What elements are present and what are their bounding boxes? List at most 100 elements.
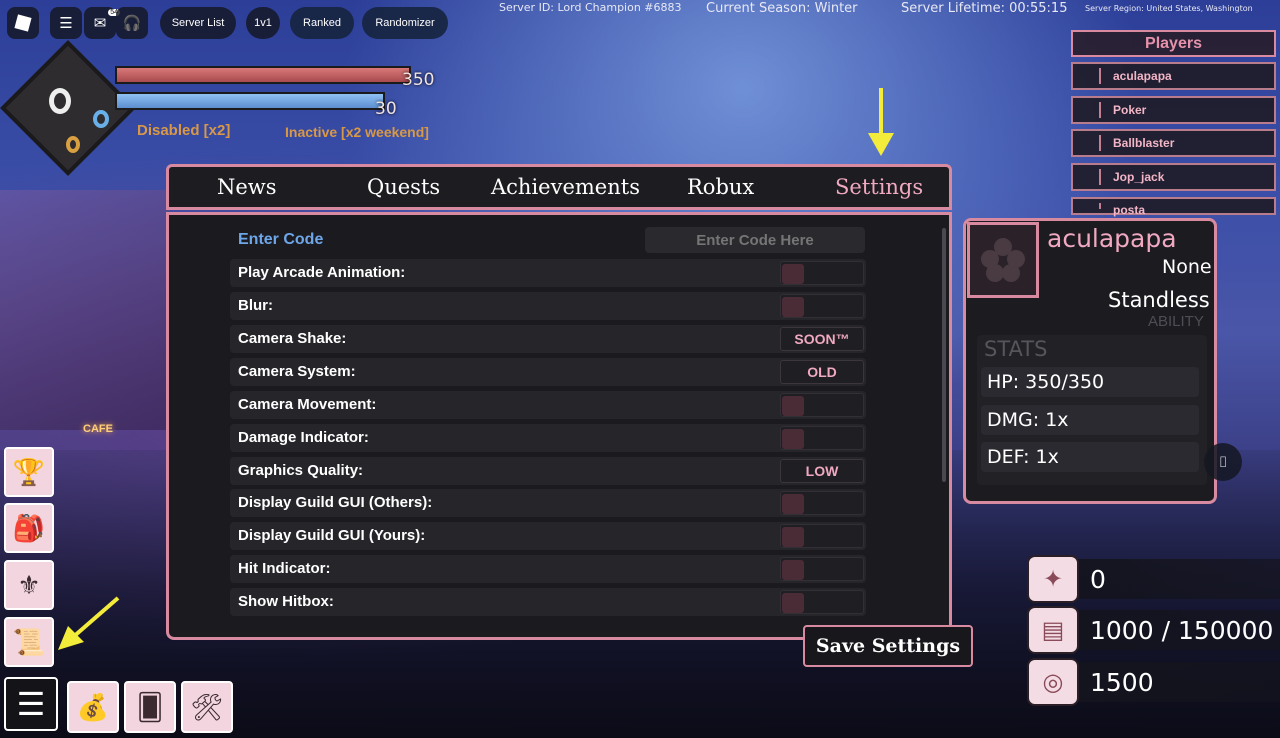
tab-quests[interactable]: Quests bbox=[367, 175, 440, 199]
profile-title: None bbox=[1162, 256, 1212, 278]
setting-toggle[interactable] bbox=[780, 261, 864, 285]
enter-code-label: Enter Code bbox=[238, 231, 324, 248]
health-value: 350 bbox=[402, 70, 435, 90]
setting-label: Display Guild GUI (Others): bbox=[238, 494, 433, 511]
setting-option-button[interactable]: LOW bbox=[780, 459, 864, 483]
setting-label: Play Arcade Animation: bbox=[238, 264, 406, 281]
setting-label: Damage Indicator: bbox=[238, 429, 369, 446]
scroll-icon: 📜 bbox=[12, 626, 46, 657]
setting-label: Camera System: bbox=[238, 363, 356, 380]
stat-def: DEF: 1x bbox=[981, 442, 1199, 472]
orb-gold-icon bbox=[66, 136, 80, 153]
crest-icon: ⚜ bbox=[17, 569, 41, 600]
quests-button[interactable]: 📜 bbox=[4, 617, 54, 667]
code-input[interactable] bbox=[645, 227, 865, 253]
camera-icon: ⌷ bbox=[1218, 453, 1228, 471]
guild-button[interactable]: ⚜ bbox=[4, 560, 54, 610]
setting-row: Blur: bbox=[230, 292, 866, 320]
currency-cash: 1000 / 150000 bbox=[1060, 610, 1280, 650]
stat-dmg: DMG: 1x bbox=[981, 405, 1199, 435]
tab-settings[interactable]: Settings bbox=[835, 175, 923, 199]
player-row[interactable]: Jop_jack bbox=[1071, 163, 1276, 191]
setting-row: Display Guild GUI (Yours): bbox=[230, 522, 866, 550]
setting-option-button[interactable]: OLD bbox=[780, 360, 864, 384]
tab-robux[interactable]: Robux bbox=[687, 175, 754, 199]
player-row[interactable]: Ballblaster bbox=[1071, 129, 1276, 157]
server-id: Server ID: Lord Champion #6883 bbox=[499, 1, 682, 14]
arrow-down-left-icon bbox=[58, 596, 120, 650]
inventory-button[interactable]: 🎒 bbox=[4, 503, 54, 553]
setting-toggle[interactable] bbox=[780, 557, 864, 581]
orb-white-icon bbox=[49, 88, 71, 114]
main-menu-button[interactable]: ☰ bbox=[4, 677, 58, 731]
setting-row: Show Hitbox: bbox=[230, 588, 866, 616]
setting-row: Graphics Quality: LOW bbox=[230, 457, 866, 485]
headset-icon[interactable]: 🎧 bbox=[116, 7, 148, 39]
setting-row: Camera Movement: bbox=[230, 391, 866, 419]
annotation-arrow-settings bbox=[866, 88, 896, 158]
stat-hp: HP: 350/350 bbox=[981, 367, 1199, 397]
coin-stack-icon: ◎ bbox=[1027, 658, 1079, 706]
setting-toggle[interactable] bbox=[780, 294, 864, 318]
stats-label: STATS bbox=[984, 337, 1048, 361]
players-header: Players bbox=[1071, 30, 1276, 57]
ranked-button[interactable]: Ranked bbox=[290, 7, 354, 39]
setting-option-button[interactable]: SOON™ bbox=[780, 327, 864, 351]
tab-achievements[interactable]: Achievements bbox=[491, 175, 640, 199]
card-icon: 🂠 bbox=[136, 691, 164, 722]
chat-icon[interactable]: ✉ 54 bbox=[84, 7, 120, 39]
setting-toggle[interactable] bbox=[780, 426, 864, 450]
server-list-button[interactable]: Server List bbox=[160, 7, 236, 39]
wings-emblem-icon: ✦ bbox=[1027, 555, 1079, 603]
multiplier-status-right: Inactive [x2 weekend] bbox=[285, 124, 429, 140]
player-row[interactable]: aculapapa bbox=[1071, 62, 1276, 90]
player-row[interactable]: Poker bbox=[1071, 96, 1276, 124]
menu-icon[interactable]: ☰ bbox=[50, 7, 82, 39]
setting-row: Damage Indicator: bbox=[230, 424, 866, 452]
money-bag-icon: 💰 bbox=[76, 691, 110, 722]
setting-row: Display Guild GUI (Others): bbox=[230, 489, 866, 517]
achievements-trophy-button[interactable]: 🏆 bbox=[4, 447, 54, 497]
1v1-button[interactable]: 1v1 bbox=[246, 7, 280, 39]
toggle-knob bbox=[782, 264, 804, 284]
tools-button[interactable]: 🛠 bbox=[181, 681, 233, 733]
tab-bar: News Quests Achievements Robux Settings bbox=[166, 164, 952, 210]
setting-label: Camera Movement: bbox=[238, 396, 377, 413]
current-season: Current Season: Winter bbox=[706, 1, 858, 16]
save-settings-button[interactable]: Save Settings bbox=[803, 625, 973, 667]
profile-ability: Standless bbox=[1108, 288, 1210, 312]
scrollbar[interactable] bbox=[942, 228, 946, 482]
tab-news[interactable]: News bbox=[217, 175, 277, 199]
currency-tokens: 0 bbox=[1060, 559, 1280, 599]
toggle-knob bbox=[782, 494, 804, 514]
toggle-knob bbox=[782, 297, 804, 317]
toggle-knob bbox=[782, 560, 804, 580]
currency-coins: 1500 bbox=[1060, 662, 1280, 702]
multiplier-status-left: Disabled [x2] bbox=[137, 122, 231, 139]
server-lifetime: Server Lifetime: 00:55:15 bbox=[901, 1, 1068, 16]
setting-label: Show Hitbox: bbox=[238, 593, 334, 610]
setting-label: Display Guild GUI (Yours): bbox=[238, 527, 426, 544]
toggle-knob bbox=[782, 429, 804, 449]
screenshot-button[interactable]: ⌷ bbox=[1204, 443, 1242, 481]
setting-label: Blur: bbox=[238, 297, 273, 314]
setting-toggle[interactable] bbox=[780, 393, 864, 417]
setting-row: Camera Shake: SOON™ bbox=[230, 325, 866, 353]
setting-toggle[interactable] bbox=[780, 590, 864, 614]
annotation-arrow-quest bbox=[56, 596, 122, 652]
setting-label: Camera Shake: bbox=[238, 330, 347, 347]
setting-row: Play Arcade Animation: bbox=[230, 259, 866, 287]
sakura-icon bbox=[981, 238, 1025, 282]
cards-button[interactable]: 🂠 bbox=[124, 681, 176, 733]
setting-toggle[interactable] bbox=[780, 491, 864, 515]
player-row[interactable]: posta bbox=[1071, 197, 1276, 217]
cash-stack-icon: ▤ bbox=[1027, 606, 1079, 654]
roblox-logo-icon[interactable] bbox=[7, 7, 39, 39]
shop-bag-button[interactable]: 💰 bbox=[67, 681, 119, 733]
server-region: Server Region: United States, Washington bbox=[1085, 4, 1253, 13]
health-bar bbox=[115, 66, 411, 84]
setting-toggle[interactable] bbox=[780, 524, 864, 548]
randomizer-button[interactable]: Randomizer bbox=[362, 7, 448, 39]
setting-row: Hit Indicator: bbox=[230, 555, 866, 583]
hamburger-icon: ☰ bbox=[16, 686, 46, 722]
